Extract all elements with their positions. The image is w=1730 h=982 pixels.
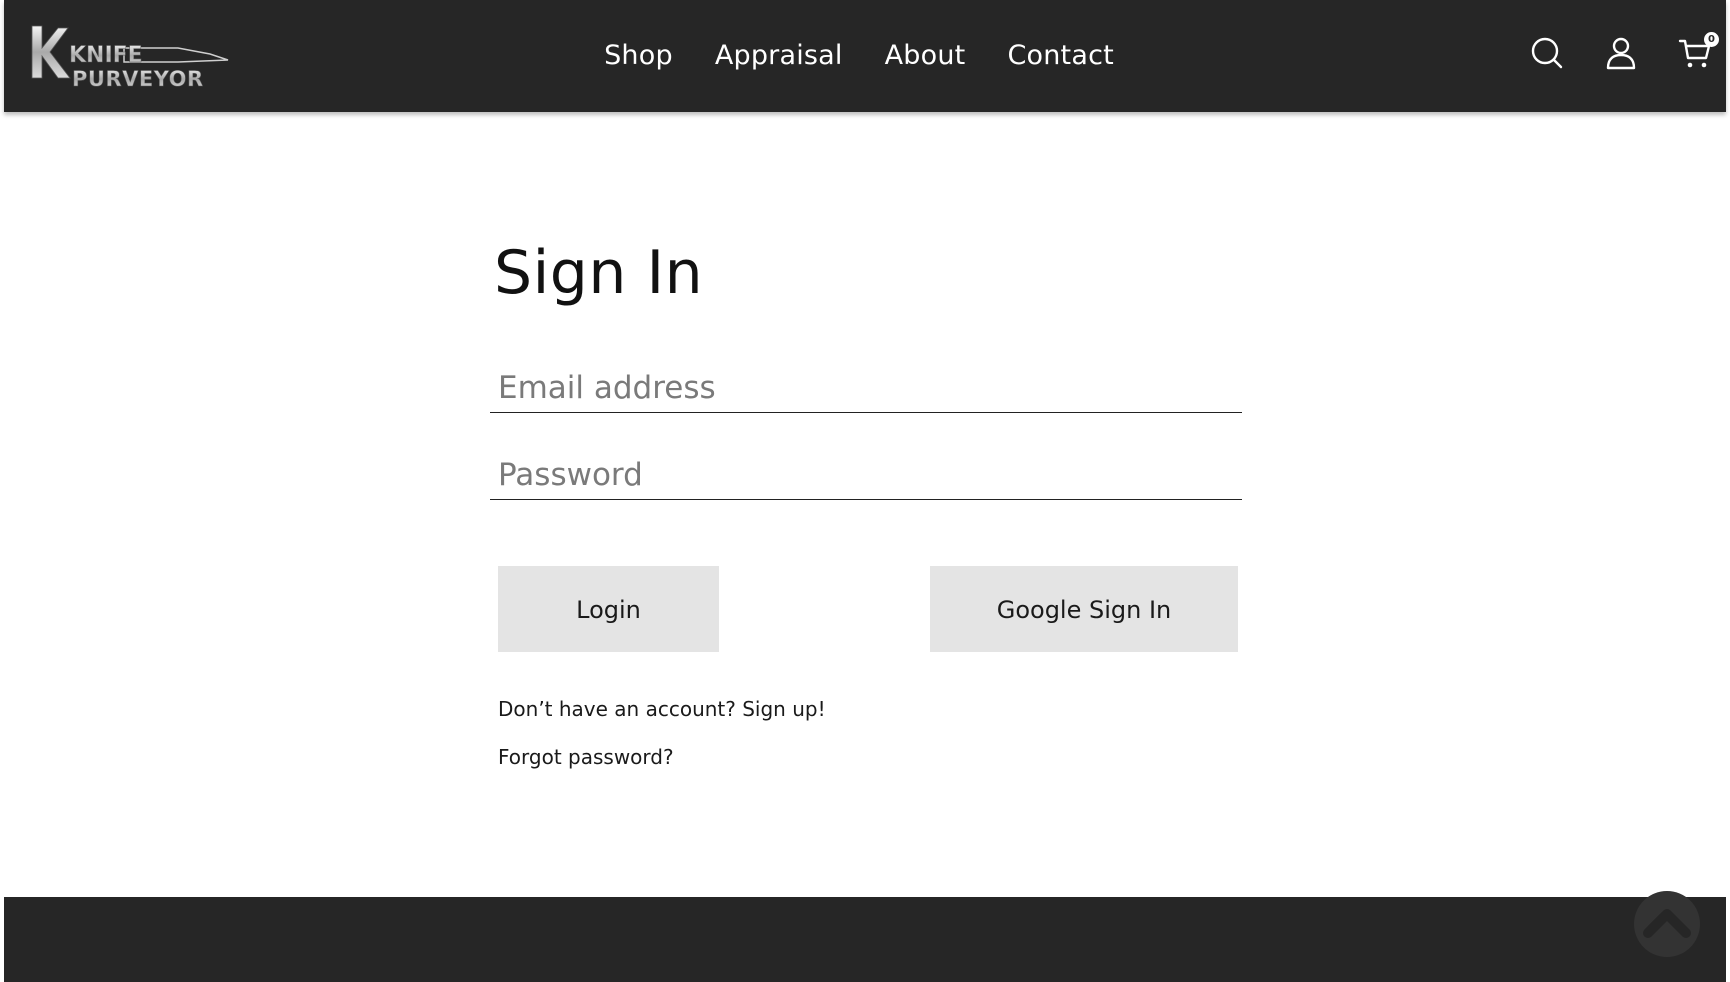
site-header: KNIFE PURVEYOR Shop Appraisal About Cont… bbox=[4, 0, 1726, 112]
email-field[interactable] bbox=[490, 363, 1242, 413]
page-title: Sign In bbox=[494, 238, 704, 308]
login-button[interactable]: Login bbox=[498, 566, 719, 652]
svg-text:KNIFE: KNIFE bbox=[69, 43, 143, 68]
back-to-top-button[interactable] bbox=[1634, 891, 1700, 957]
site-footer bbox=[4, 897, 1726, 982]
cart-count-badge: 0 bbox=[1704, 32, 1719, 47]
nav-appraisal[interactable]: Appraisal bbox=[715, 40, 843, 71]
chevron-up-icon bbox=[1643, 909, 1691, 938]
page: KNIFE PURVEYOR Shop Appraisal About Cont… bbox=[0, 0, 1730, 982]
main-nav: Shop Appraisal About Contact bbox=[4, 0, 1726, 112]
google-sign-in-button[interactable]: Google Sign In bbox=[930, 566, 1238, 652]
nav-contact[interactable]: Contact bbox=[1007, 40, 1113, 71]
cart-icon[interactable]: 0 bbox=[1678, 32, 1719, 70]
sign-up-link[interactable]: Don’t have an account? Sign up! bbox=[498, 697, 826, 721]
nav-about[interactable]: About bbox=[885, 40, 966, 71]
svg-text:PURVEYOR: PURVEYOR bbox=[72, 67, 204, 90]
header-actions: 0 bbox=[1530, 32, 1719, 70]
forgot-password-link[interactable]: Forgot password? bbox=[498, 745, 674, 769]
search-icon[interactable] bbox=[1530, 36, 1564, 70]
knife-purveyor-logo: KNIFE PURVEYOR bbox=[31, 25, 229, 91]
site-logo[interactable]: KNIFE PURVEYOR bbox=[28, 22, 232, 91]
nav-shop[interactable]: Shop bbox=[604, 40, 673, 71]
user-icon[interactable] bbox=[1604, 36, 1638, 70]
password-field[interactable] bbox=[490, 450, 1242, 500]
